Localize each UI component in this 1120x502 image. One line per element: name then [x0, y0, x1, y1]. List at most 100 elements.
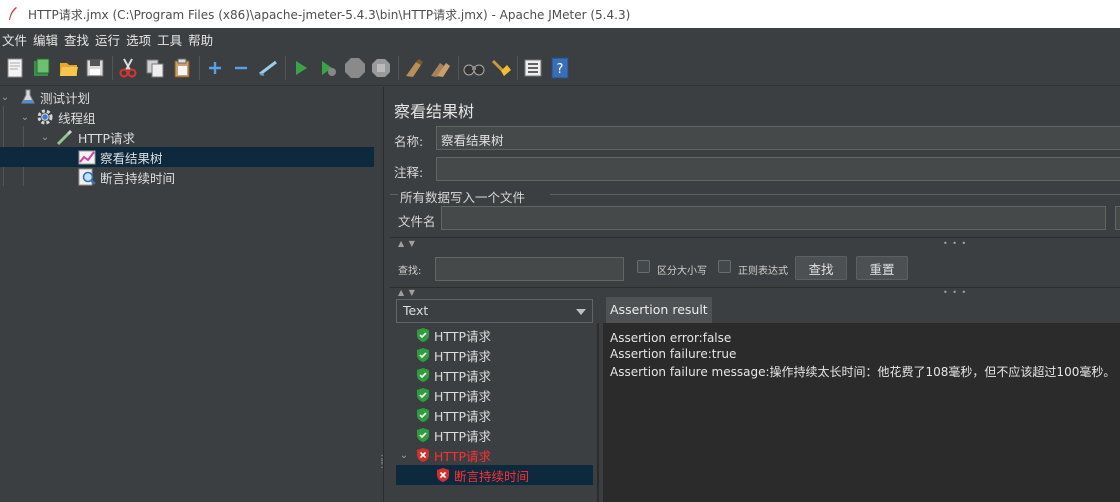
tree-item-label: 测试计划	[40, 90, 91, 106]
save-icon[interactable]	[84, 57, 106, 79]
collapse-icon[interactable]	[230, 57, 252, 79]
toggle-icon[interactable]	[257, 57, 279, 79]
tree-item-thread-group[interactable]: ⌄ 线程组	[0, 107, 374, 127]
split-grip[interactable]: • • •	[943, 239, 967, 248]
name-field[interactable]: 察看结果树	[436, 126, 1120, 150]
magnifier-icon	[78, 168, 96, 186]
pass-shield-icon	[417, 408, 429, 422]
function-helper-icon[interactable]	[522, 57, 544, 79]
name-label: 名称:	[394, 134, 424, 149]
list-item[interactable]: HTTP请求	[396, 365, 593, 385]
list-item[interactable]: HTTP请求	[396, 405, 593, 425]
group-border	[390, 194, 398, 195]
collapse-arrows[interactable]: ▲ ▼	[398, 288, 416, 297]
assertion-message-line: Assertion failure message:操作持续太长时间：他花费了1…	[610, 365, 1116, 379]
renderer-select[interactable]: Text	[396, 299, 593, 323]
help-icon[interactable]: ?	[549, 57, 571, 79]
search-label: 查找:	[398, 266, 422, 277]
title-bar: HTTP请求.jmx (C:\Program Files (x86)\apach…	[0, 0, 1120, 28]
pass-shield-icon	[417, 428, 429, 442]
section-divider	[390, 237, 1120, 238]
pass-shield-icon	[417, 328, 429, 342]
tree-item-http-request[interactable]: ⌄ HTTP请求	[0, 127, 374, 147]
chevron-down-icon	[576, 309, 586, 315]
list-item-label: HTTP请求	[434, 408, 491, 424]
list-item[interactable]: ⌄ HTTP请求	[396, 445, 593, 465]
tree-item-duration-assertion[interactable]: 断言持续时间	[0, 167, 374, 187]
toolbar-separator	[517, 55, 519, 80]
cut-icon[interactable]	[117, 57, 139, 79]
list-item[interactable]: HTTP请求	[396, 325, 593, 345]
copy-icon[interactable]	[144, 57, 166, 79]
chevron-down-icon[interactable]: ⌄	[20, 112, 30, 123]
browse-button[interactable]	[1115, 206, 1120, 230]
toolbar-separator	[398, 55, 400, 80]
paste-icon[interactable]	[171, 57, 193, 79]
tree-item-label: 察看结果树	[100, 150, 163, 166]
clear-all-icon[interactable]	[430, 57, 452, 79]
menu-tools[interactable]: 工具	[155, 30, 186, 49]
collapse-arrows[interactable]: ▲ ▼	[398, 239, 416, 248]
toolbar-separator	[198, 55, 200, 80]
list-item-label: HTTP请求	[434, 428, 491, 444]
section-divider	[390, 287, 1120, 288]
list-item-label: HTTP请求	[434, 328, 491, 344]
new-icon[interactable]	[4, 57, 26, 79]
comment-field[interactable]	[436, 157, 1120, 181]
list-item[interactable]: 断言持续时间	[396, 465, 593, 485]
find-button[interactable]: 查找	[795, 256, 847, 280]
regex-checkbox[interactable]	[718, 260, 731, 273]
menu-bar: 文件 编辑 查找 运行 选项 工具 帮助	[0, 28, 1120, 50]
expand-icon[interactable]	[204, 57, 226, 79]
reset-button[interactable]: 重置	[856, 256, 908, 280]
list-item-label: 断言持续时间	[454, 468, 530, 484]
list-item[interactable]: HTTP请求	[396, 345, 593, 365]
tree-item-label: HTTP请求	[78, 130, 135, 146]
templates-icon[interactable]	[31, 57, 53, 79]
start-icon[interactable]	[290, 57, 312, 79]
renderer-value: Text	[403, 303, 429, 318]
menu-options[interactable]: 选项	[124, 30, 155, 49]
stop-icon[interactable]	[344, 57, 366, 79]
test-plan-tree: ⌄ 测试计划 ⌄ 线程组 ⌄ HTTP请求 察看结果树 断言持续时间	[0, 87, 374, 502]
start-no-pause-icon[interactable]	[317, 57, 339, 79]
filename-field[interactable]	[441, 206, 1106, 230]
regex-label: 正则表达式	[738, 266, 788, 277]
list-item[interactable]: HTTP请求	[396, 425, 593, 445]
pass-shield-icon	[417, 368, 429, 382]
panel-splitter[interactable]: ⋮ ⋮	[374, 87, 387, 502]
search-field[interactable]	[435, 257, 624, 281]
menu-help[interactable]: 帮助	[186, 30, 217, 49]
pass-shield-icon	[417, 388, 429, 402]
menu-run[interactable]: 运行	[93, 30, 124, 49]
fail-shield-icon	[417, 448, 429, 462]
clear-icon[interactable]	[403, 57, 425, 79]
tab-scroll-strip[interactable]	[599, 297, 603, 502]
shutdown-icon[interactable]	[370, 57, 392, 79]
pass-shield-icon	[417, 348, 429, 362]
chevron-down-icon[interactable]: ⌄	[398, 450, 410, 461]
assertion-error-line: Assertion error:false	[610, 331, 732, 345]
tab-assertion-result[interactable]: Assertion result	[606, 297, 712, 323]
open-icon[interactable]	[58, 57, 80, 79]
toolbar-separator	[112, 55, 114, 80]
result-tabs: Assertion result	[597, 297, 1120, 323]
list-item-label: HTTP请求	[434, 348, 491, 364]
chevron-down-icon[interactable]: ⌄	[40, 132, 50, 143]
case-sensitive-checkbox[interactable]	[637, 260, 650, 273]
list-item[interactable]: HTTP请求	[396, 385, 593, 405]
reset-search-icon[interactable]	[490, 57, 512, 79]
jmeter-feather-icon	[8, 7, 20, 21]
tree-item-view-results-tree[interactable]: 察看结果树	[0, 147, 374, 167]
split-grip[interactable]: • • •	[943, 288, 967, 297]
menu-file[interactable]: 文件	[0, 30, 31, 49]
menu-search[interactable]: 查找	[62, 30, 93, 49]
splitter-grip[interactable]: ⋮ ⋮	[377, 455, 387, 470]
tree-item-label: 线程组	[58, 110, 96, 126]
tree-item-test-plan[interactable]: ⌄ 测试计划	[0, 87, 374, 107]
view-results-tree-panel: 察看结果树 名称: 察看结果树 注释: 所有数据写入一个文件 文件名 ▲ ▼ •…	[385, 87, 1120, 502]
chevron-down-icon[interactable]: ⌄	[0, 92, 10, 103]
menu-edit[interactable]: 编辑	[31, 30, 62, 49]
search-icon[interactable]	[463, 57, 485, 79]
pipette-icon	[56, 128, 74, 146]
